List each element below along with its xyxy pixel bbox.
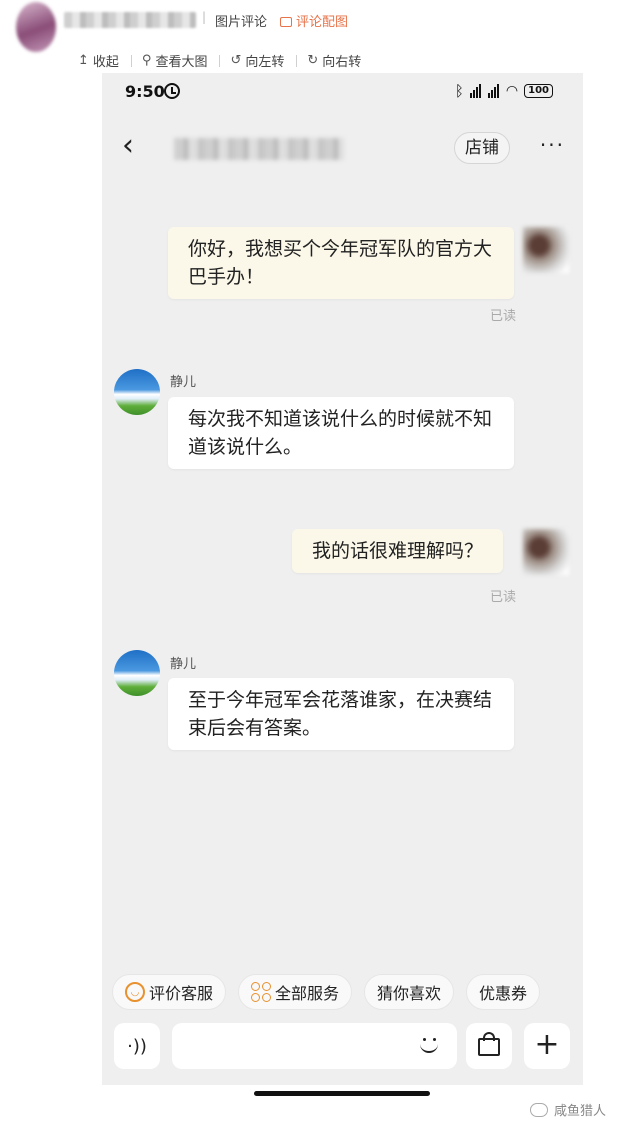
- review-tag: 图片评论: [215, 15, 268, 30]
- status-icons: ᛒ ◠ 100: [455, 82, 553, 100]
- message-bubble: 至于今年冠军会花落谁家，在决赛结束后会有答案。: [168, 678, 514, 750]
- rotate-right-label: 向右转: [322, 55, 362, 70]
- message-text: 至于今年冠军会花落谁家，在决赛结束后会有答案。: [188, 689, 493, 739]
- reviewer-name-blurred: [64, 12, 196, 28]
- more-icon[interactable]: ···: [540, 133, 565, 157]
- phone-screenshot: 9:50 ᛒ ◠ 100 ‹ 店铺 ··· 你好，我想买个今年冠军队的官方大巴手…: [102, 73, 583, 1085]
- review-image-link[interactable]: 评论配图: [280, 11, 348, 30]
- shopping-bag-icon: [478, 1038, 500, 1056]
- rotate-right-icon: ↻: [307, 53, 319, 68]
- collapse-label: 收起: [92, 55, 119, 70]
- view-large-label: 查看大图: [155, 55, 208, 70]
- read-status: 已读: [490, 309, 517, 324]
- bot-avatar[interactable]: [114, 650, 160, 696]
- message-bubble: 每次我不知道该说什么的时候就不知道该说什么。: [168, 397, 514, 469]
- alarm-icon: [164, 83, 180, 99]
- toolbar-divider: [296, 54, 298, 67]
- chat-navbar: ‹ 店铺 ···: [102, 123, 583, 173]
- magnifier-icon: ⚲: [141, 53, 152, 68]
- recommendations-chip[interactable]: 猜你喜欢: [364, 974, 455, 1010]
- services-icon: [251, 982, 272, 1002]
- chip-label: 全部服务: [275, 984, 340, 1003]
- user-avatar[interactable]: [523, 227, 569, 273]
- page: | 图片评论 评论配图 ↥ 收起 ⚲ 查看大图 ↺ 向左转 ↻ 向右转 9:50 ᛒ ◠…: [0, 0, 640, 1139]
- message-text: 每次我不知道该说什么的时候就不知道该说什么。: [188, 408, 493, 458]
- upload-arrow-icon: ↥: [78, 53, 89, 68]
- all-services-chip[interactable]: 全部服务: [238, 974, 353, 1010]
- signal-icon: [469, 84, 482, 98]
- voice-button[interactable]: ·)): [114, 1023, 160, 1069]
- emoji-icon[interactable]: [417, 1033, 443, 1059]
- bot-name: 静儿: [170, 657, 197, 672]
- picture-icon: [280, 17, 292, 27]
- review-image-link-label: 评论配图: [296, 15, 349, 30]
- chip-label: 优惠券: [479, 984, 528, 1003]
- rotate-right-button[interactable]: ↻ 向右转: [307, 51, 361, 70]
- back-icon[interactable]: ‹: [122, 131, 134, 161]
- smile-icon: ◡: [125, 982, 145, 1002]
- wifi-icon: ◠: [505, 83, 519, 99]
- user-avatar[interactable]: [523, 529, 569, 575]
- bot-avatar[interactable]: [114, 369, 160, 415]
- plus-button[interactable]: +: [524, 1023, 570, 1069]
- toolbar-divider: [130, 54, 132, 67]
- input-bar: ·)) +: [102, 1021, 583, 1073]
- view-large-button[interactable]: ⚲ 查看大图: [142, 51, 208, 70]
- image-toolbar: ↥ 收起 ⚲ 查看大图 ↺ 向左转 ↻ 向右转: [78, 51, 373, 70]
- coupons-chip[interactable]: 优惠券: [466, 974, 541, 1010]
- collapse-button[interactable]: ↥ 收起: [78, 51, 119, 70]
- rotate-left-button[interactable]: ↺ 向左转: [230, 51, 284, 70]
- rotate-left-label: 向左转: [245, 55, 285, 70]
- quick-actions: ◡ 评价客服 全部服务 猜你喜欢 优惠券: [112, 974, 552, 1010]
- status-bar: 9:50 ᛒ ◠ 100: [102, 73, 583, 111]
- rotate-left-icon: ↺: [230, 53, 242, 68]
- signal-icon: [487, 84, 500, 98]
- bot-name: 静儿: [170, 375, 197, 390]
- chip-label: 评价客服: [149, 984, 214, 1003]
- shop-name-blurred: [174, 138, 344, 160]
- message-text: 你好，我想买个今年冠军队的官方大巴手办！: [188, 238, 493, 288]
- message-bubble: 我的话很难理解吗？: [292, 529, 504, 573]
- battery-icon: 100: [524, 84, 553, 98]
- wechat-icon: [530, 1102, 548, 1117]
- message-text: 我的话很难理解吗？: [312, 540, 484, 562]
- shopping-bag-button[interactable]: [466, 1023, 512, 1069]
- reviewer-avatar: [16, 2, 56, 52]
- status-time: 9:50: [125, 82, 165, 101]
- chip-label: 猜你喜欢: [377, 984, 442, 1003]
- toolbar-divider: [219, 54, 221, 67]
- watermark: 咸鱼猎人: [530, 1100, 606, 1119]
- rate-service-chip[interactable]: ◡ 评价客服: [112, 974, 227, 1010]
- store-button[interactable]: 店铺: [454, 132, 510, 164]
- watermark-text: 咸鱼猎人: [554, 1104, 607, 1119]
- message-input[interactable]: [172, 1023, 457, 1069]
- voice-icon: ·)): [127, 1035, 147, 1057]
- message-bubble: 你好，我想买个今年冠军队的官方大巴手办！: [168, 227, 514, 299]
- home-indicator: [254, 1091, 430, 1096]
- read-status: 已读: [490, 590, 517, 605]
- bluetooth-icon: ᛒ: [454, 82, 464, 100]
- header-separator: |: [202, 10, 207, 24]
